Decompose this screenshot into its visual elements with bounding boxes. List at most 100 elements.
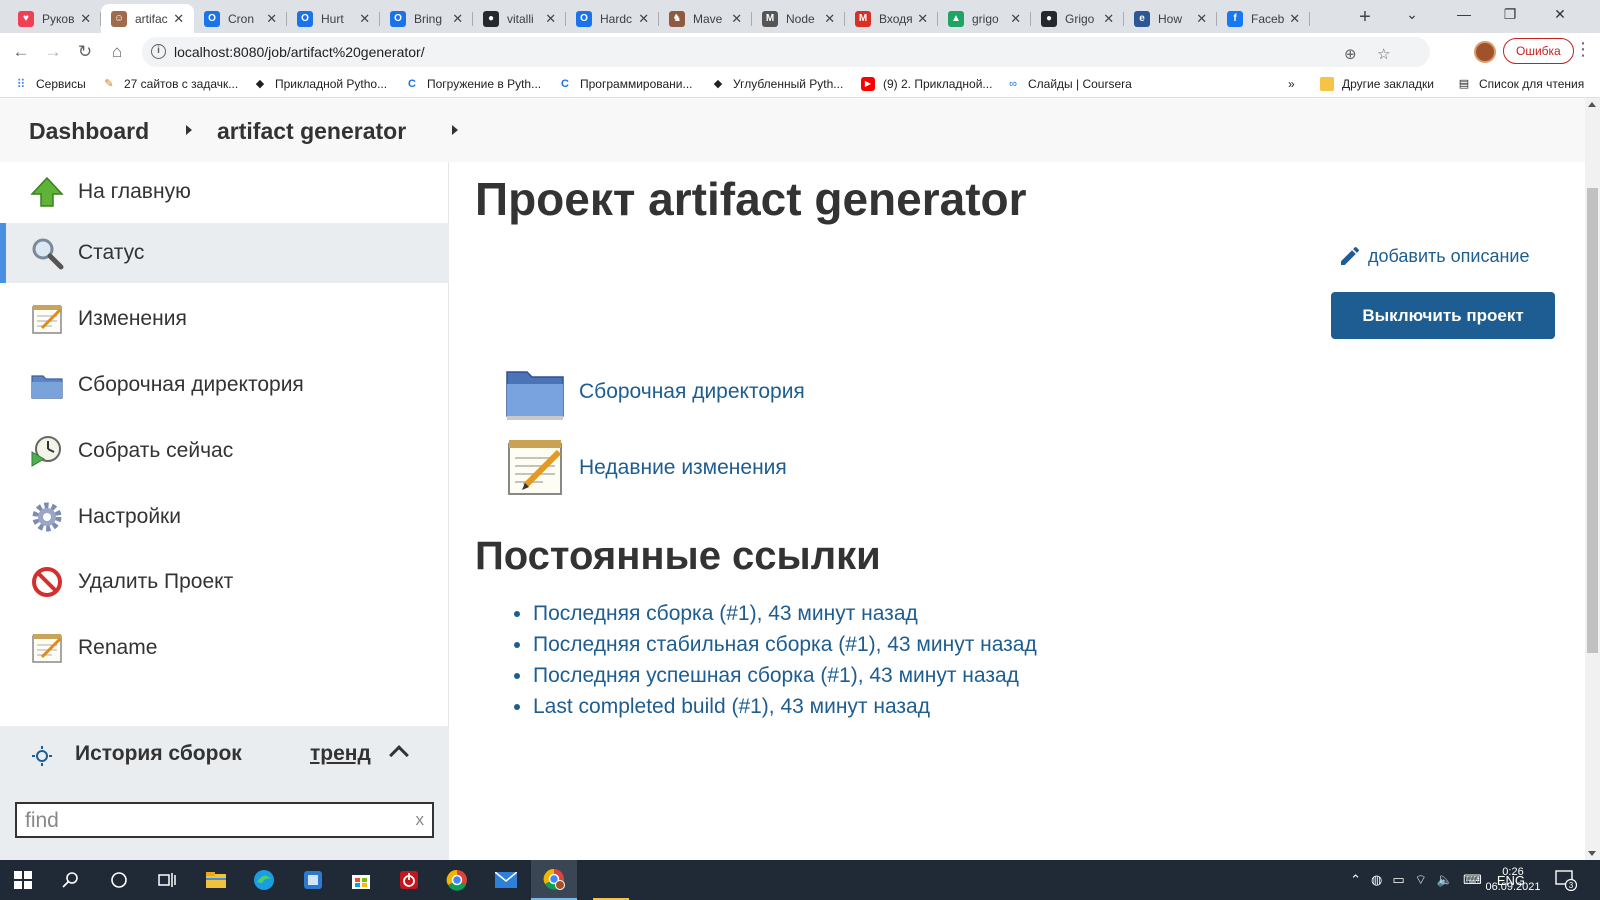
browser-tab[interactable]: ● Grigo ✕ [1031,4,1124,33]
bookmark-item[interactable]: ◆ Прикладной Pytho... [253,77,387,91]
network-status-icon[interactable]: ◍ [1371,872,1382,888]
browser-tab[interactable]: O Bring ✕ [380,4,473,33]
search-icon[interactable] [48,860,94,900]
minimize-icon[interactable]: — [1452,6,1476,22]
permalink-last-successful-build[interactable]: Последняя успешная сборка (#1), 43 минут… [533,660,1037,691]
close-tab-icon[interactable]: ✕ [1287,11,1302,27]
forward-icon[interactable]: → [43,42,63,62]
power-app-icon[interactable] [386,860,432,900]
close-tab-icon[interactable]: ✕ [1101,11,1116,27]
close-tab-icon[interactable]: ✕ [357,11,372,27]
store-icon[interactable] [338,860,384,900]
sidebar-item-build-now[interactable]: Собрать сейчас [0,421,449,481]
menu-icon[interactable]: ⋮ [1574,39,1592,60]
task-view-icon[interactable] [144,860,190,900]
browser-tab[interactable]: ♥ Руков ✕ [8,4,101,33]
notifications-button[interactable]: 3 [1555,869,1578,892]
chevron-up-icon[interactable]: ⌃ [1350,872,1361,888]
bookmark-star-icon[interactable]: ☆ [1377,45,1390,63]
browser-tab[interactable]: O Cron ✕ [194,4,287,33]
close-window-icon[interactable]: ✕ [1548,6,1572,23]
edge-icon[interactable] [241,860,287,900]
bookmarks-more-button[interactable]: » [1288,77,1295,91]
app-icon[interactable] [290,860,336,900]
browser-tab[interactable]: ☺ artifac ✕ [101,4,194,33]
chrome-icon[interactable] [434,860,480,900]
permalink-last-stable-build[interactable]: Последняя стабильная сборка (#1), 43 мин… [533,629,1037,660]
close-tab-icon[interactable]: ✕ [78,11,93,27]
browser-tab[interactable]: O Hardc ✕ [566,4,659,33]
profile-avatar[interactable] [1474,41,1496,63]
browser-tab[interactable]: f Faceb ✕ [1217,4,1310,33]
sidebar-item-workspace[interactable]: Сборочная директория [0,355,449,415]
browser-tab[interactable]: ● vitalli ✕ [473,4,566,33]
clear-search-icon[interactable]: x [416,810,425,830]
breadcrumb-arrow-icon[interactable] [452,125,458,135]
browser-tab[interactable]: O Hurt ✕ [287,4,380,33]
close-tab-icon[interactable]: ✕ [450,11,465,27]
bookmark-item[interactable]: ▶ (9) 2. Прикладной... [861,77,992,91]
back-icon[interactable]: ← [11,42,31,62]
recent-changes-link[interactable]: Недавние изменения [503,436,787,500]
sidebar-item-configure[interactable]: Настройки [0,487,449,547]
scrollbar-thumb[interactable] [1587,188,1598,653]
file-explorer-icon[interactable] [193,860,239,900]
wifi-icon[interactable]: ⌔ [1415,872,1427,888]
scroll-down-icon[interactable] [1588,851,1596,856]
bookmark-item[interactable]: C Погружение в Pyth... [405,77,541,91]
zoom-icon[interactable]: ⊕ [1344,45,1357,63]
tab-search-icon[interactable]: ⌄ [1400,6,1424,23]
update-error-button[interactable]: Ошибка [1503,38,1574,64]
close-tab-icon[interactable]: ✕ [1194,11,1209,27]
scroll-up-icon[interactable] [1588,102,1596,107]
sidebar-item-status[interactable]: Статус [0,223,449,283]
bookmark-item[interactable]: ◆ Углубленный Pyth... [711,77,844,91]
page-scrollbar[interactable] [1585,98,1600,860]
sidebar-item-rename[interactable]: Rename [0,618,449,678]
battery-icon[interactable]: ▭ [1392,872,1404,888]
close-tab-icon[interactable]: ✕ [171,11,186,27]
start-button[interactable] [0,860,46,900]
trend-link[interactable]: тренд [310,742,371,766]
clock[interactable]: 0:26 06.09.2021 [1483,865,1543,895]
close-tab-icon[interactable]: ✕ [822,11,837,27]
close-tab-icon[interactable]: ✕ [543,11,558,27]
browser-tab[interactable]: e How ✕ [1124,4,1217,33]
breadcrumb-arrow-icon[interactable] [186,125,192,135]
bookmark-item[interactable]: ∞ Слайды | Coursera [1006,77,1132,91]
other-bookmarks[interactable]: Другие закладки [1320,77,1434,91]
permalink-last-completed-build[interactable]: Last completed build (#1), 43 минут наза… [533,691,1037,722]
close-tab-icon[interactable]: ✕ [915,11,930,27]
sidebar-item-delete-project[interactable]: Удалить Проект [0,552,449,612]
url-text[interactable]: localhost:8080/job/artifact%20generator/ [174,44,425,60]
sidebar-item-home[interactable]: На главную [0,162,449,222]
breadcrumb-dashboard[interactable]: Dashboard [29,118,149,145]
bookmark-services[interactable]: ⠿ Сервисы [14,77,86,91]
browser-tab[interactable]: M Входя ✕ [845,4,938,33]
browser-tab[interactable]: M Node ✕ [752,4,845,33]
breadcrumb-job[interactable]: artifact generator [217,118,406,145]
permalink-last-build[interactable]: Последняя сборка (#1), 43 минут назад [533,598,1037,629]
reload-icon[interactable]: ↻ [75,42,95,62]
close-tab-icon[interactable]: ✕ [264,11,279,27]
address-bar[interactable]: i localhost:8080/job/artifact%20generato… [142,37,1430,67]
new-tab-button[interactable]: + [1353,6,1377,29]
volume-icon[interactable]: 🔈 [1437,872,1453,888]
cortana-icon[interactable] [96,860,142,900]
chrome-profile-icon[interactable] [531,860,577,900]
reading-list[interactable]: ▤ Список для чтения [1457,77,1584,91]
disable-project-button[interactable]: Выключить проект [1331,292,1555,339]
close-tab-icon[interactable]: ✕ [729,11,744,27]
mail-icon[interactable] [483,860,529,900]
close-tab-icon[interactable]: ✕ [636,11,651,27]
restore-icon[interactable]: ❐ [1498,6,1522,23]
browser-tab[interactable]: ♞ Mave ✕ [659,4,752,33]
build-search-input[interactable] [25,808,395,834]
site-info-icon[interactable]: i [151,44,166,59]
home-icon[interactable]: ⌂ [107,42,127,62]
bookmark-item[interactable]: ✎ 27 сайтов с задачк... [102,77,238,91]
keyboard-icon[interactable]: ⌨ [1463,872,1482,888]
workspace-link[interactable]: Сборочная директория [503,360,805,424]
close-tab-icon[interactable]: ✕ [1008,11,1023,27]
bookmark-item[interactable]: C Программировани... [558,77,692,91]
